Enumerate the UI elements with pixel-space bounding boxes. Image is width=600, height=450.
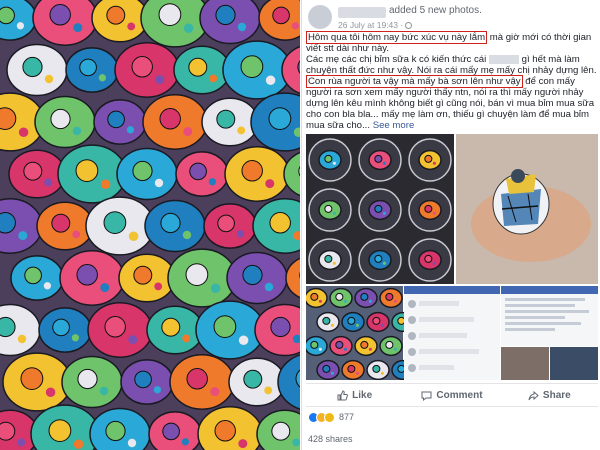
photos-top-row — [306, 134, 598, 284]
like-button[interactable]: Like — [306, 384, 403, 406]
post-text: Hôm qua tôi hôm nay bức xúc vụ này lắm m… — [306, 31, 600, 131]
post-paragraph-3: Con rùa người ta vậy mà mấy bà sơn lên n… — [306, 75, 600, 131]
thumbs-up-icon — [337, 389, 349, 400]
turtle-photo-large[interactable] — [0, 0, 300, 450]
globe-icon — [405, 22, 413, 30]
facebook-post: added 5 new photos. 26 July at 19:43 · H… — [301, 0, 600, 450]
shares-count[interactable]: 428 shares — [308, 434, 353, 444]
comment-button[interactable]: Comment — [403, 384, 500, 406]
blurred-name[interactable] — [338, 7, 386, 18]
photos-bottom-row — [304, 286, 598, 381]
post-paragraph-1: Hôm qua tôi hôm nay bức xúc vụ này lắm m… — [306, 31, 600, 54]
share-button[interactable]: Share — [501, 384, 598, 406]
reactions-summary[interactable]: 877 — [308, 410, 354, 424]
see-more-link[interactable]: See more — [373, 120, 415, 131]
post-photos-top[interactable] — [306, 134, 598, 284]
painted-turtle-shells-image — [0, 0, 300, 450]
post-action-text: added 5 new photos. — [389, 5, 482, 16]
avatar[interactable] — [308, 5, 332, 29]
post-timestamp[interactable]: 26 July at 19:43 · — [338, 20, 413, 30]
share-label: Share — [542, 389, 571, 401]
post-header: added 5 new photos. 26 July at 19:43 · — [306, 3, 596, 31]
reaction-count: 877 — [339, 412, 355, 422]
thumb-photo-2 — [550, 347, 598, 380]
like-label: Like — [352, 389, 373, 401]
comment-label: Comment — [436, 389, 483, 401]
share-icon — [528, 390, 539, 400]
paragraph-2-start: Các mẹ các chị bỉm sữa k có kiến thức cá… — [306, 54, 487, 65]
sad-reaction-icon — [324, 411, 335, 423]
thumb-photo-1 — [501, 347, 549, 380]
blurred-word — [488, 54, 519, 64]
comment-icon — [421, 391, 432, 401]
post-action-bar: Like Comment Share — [306, 383, 598, 407]
post-paragraph-2: Các mẹ các chị bỉm sữa k có kiến thức cá… — [306, 54, 600, 76]
timestamp-text: 26 July at 19:43 · — [338, 20, 404, 30]
post-photos-bottom[interactable] — [304, 286, 598, 381]
